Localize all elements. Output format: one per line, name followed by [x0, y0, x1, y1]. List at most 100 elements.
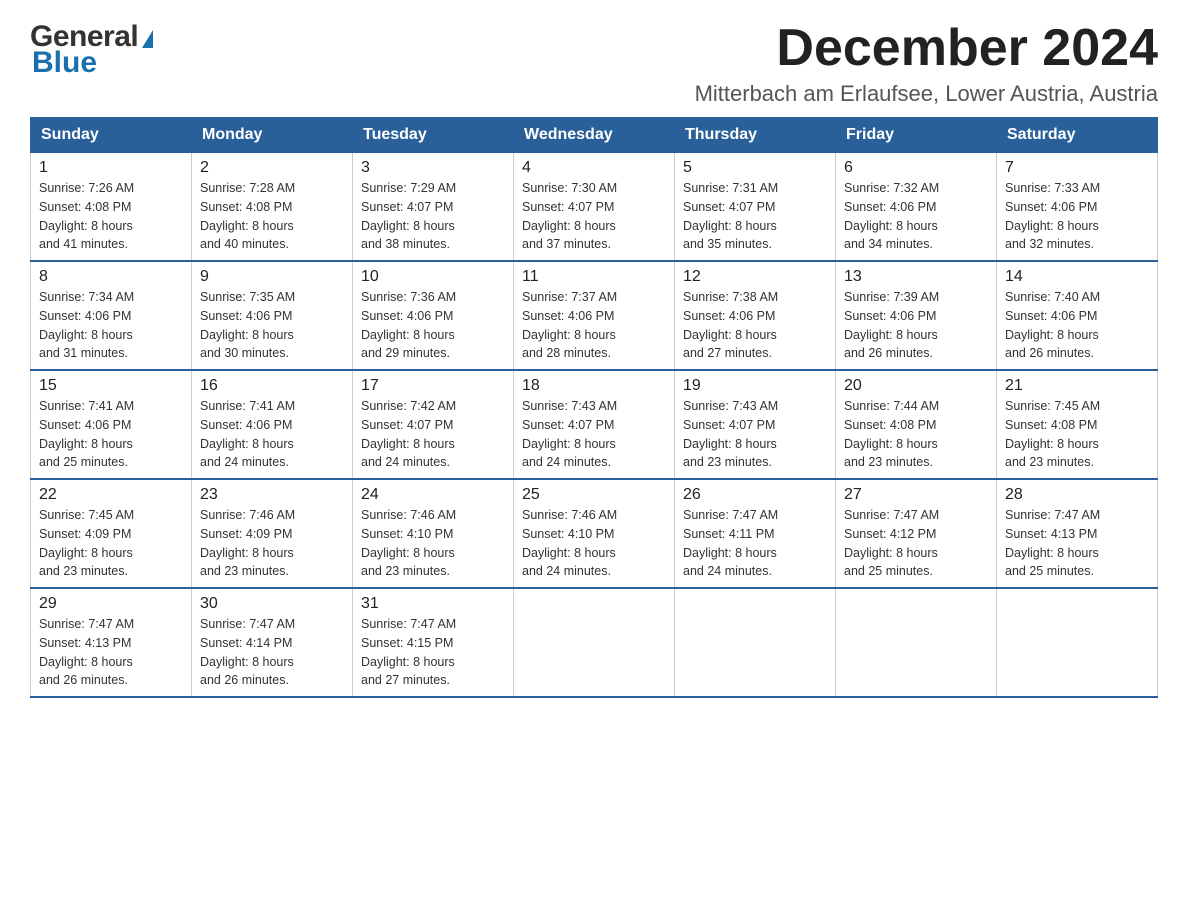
calendar-cell: 18 Sunrise: 7:43 AMSunset: 4:07 PMDaylig… — [514, 370, 675, 479]
day-number: 13 — [844, 268, 988, 286]
calendar-cell: 31 Sunrise: 7:47 AMSunset: 4:15 PMDaylig… — [353, 588, 514, 697]
day-number: 15 — [39, 377, 183, 395]
day-info: Sunrise: 7:46 AMSunset: 4:10 PMDaylight:… — [361, 508, 456, 578]
day-info: Sunrise: 7:39 AMSunset: 4:06 PMDaylight:… — [844, 290, 939, 360]
day-number: 27 — [844, 486, 988, 504]
day-number: 26 — [683, 486, 827, 504]
day-info: Sunrise: 7:47 AMSunset: 4:12 PMDaylight:… — [844, 508, 939, 578]
day-info: Sunrise: 7:40 AMSunset: 4:06 PMDaylight:… — [1005, 290, 1100, 360]
day-number: 10 — [361, 268, 505, 286]
calendar-cell: 6 Sunrise: 7:32 AMSunset: 4:06 PMDayligh… — [836, 153, 997, 262]
calendar-cell: 29 Sunrise: 7:47 AMSunset: 4:13 PMDaylig… — [31, 588, 192, 697]
day-number: 9 — [200, 268, 344, 286]
day-number: 2 — [200, 159, 344, 177]
day-number: 20 — [844, 377, 988, 395]
calendar-cell: 19 Sunrise: 7:43 AMSunset: 4:07 PMDaylig… — [675, 370, 836, 479]
logo-triangle-icon — [142, 30, 153, 48]
day-number: 30 — [200, 595, 344, 613]
day-info: Sunrise: 7:46 AMSunset: 4:10 PMDaylight:… — [522, 508, 617, 578]
calendar-week-row: 22 Sunrise: 7:45 AMSunset: 4:09 PMDaylig… — [31, 479, 1158, 588]
calendar-cell: 13 Sunrise: 7:39 AMSunset: 4:06 PMDaylig… — [836, 261, 997, 370]
day-info: Sunrise: 7:46 AMSunset: 4:09 PMDaylight:… — [200, 508, 295, 578]
calendar-cell: 4 Sunrise: 7:30 AMSunset: 4:07 PMDayligh… — [514, 153, 675, 262]
calendar-cell: 8 Sunrise: 7:34 AMSunset: 4:06 PMDayligh… — [31, 261, 192, 370]
day-number: 17 — [361, 377, 505, 395]
day-info: Sunrise: 7:43 AMSunset: 4:07 PMDaylight:… — [522, 399, 617, 469]
calendar-header: SundayMondayTuesdayWednesdayThursdayFrid… — [31, 118, 1158, 153]
calendar-cell: 14 Sunrise: 7:40 AMSunset: 4:06 PMDaylig… — [997, 261, 1158, 370]
day-info: Sunrise: 7:45 AMSunset: 4:09 PMDaylight:… — [39, 508, 134, 578]
day-info: Sunrise: 7:35 AMSunset: 4:06 PMDaylight:… — [200, 290, 295, 360]
calendar-cell: 21 Sunrise: 7:45 AMSunset: 4:08 PMDaylig… — [997, 370, 1158, 479]
calendar-cell — [675, 588, 836, 697]
day-info: Sunrise: 7:43 AMSunset: 4:07 PMDaylight:… — [683, 399, 778, 469]
day-number: 16 — [200, 377, 344, 395]
calendar-cell: 16 Sunrise: 7:41 AMSunset: 4:06 PMDaylig… — [192, 370, 353, 479]
calendar-week-row: 1 Sunrise: 7:26 AMSunset: 4:08 PMDayligh… — [31, 153, 1158, 262]
day-number: 18 — [522, 377, 666, 395]
day-number: 21 — [1005, 377, 1149, 395]
calendar-cell: 28 Sunrise: 7:47 AMSunset: 4:13 PMDaylig… — [997, 479, 1158, 588]
day-info: Sunrise: 7:30 AMSunset: 4:07 PMDaylight:… — [522, 181, 617, 251]
day-number: 12 — [683, 268, 827, 286]
calendar-cell — [997, 588, 1158, 697]
day-number: 6 — [844, 159, 988, 177]
day-info: Sunrise: 7:45 AMSunset: 4:08 PMDaylight:… — [1005, 399, 1100, 469]
day-number: 28 — [1005, 486, 1149, 504]
calendar-cell: 24 Sunrise: 7:46 AMSunset: 4:10 PMDaylig… — [353, 479, 514, 588]
calendar-body: 1 Sunrise: 7:26 AMSunset: 4:08 PMDayligh… — [31, 153, 1158, 698]
day-number: 4 — [522, 159, 666, 177]
weekday-header-wednesday: Wednesday — [514, 118, 675, 153]
day-info: Sunrise: 7:44 AMSunset: 4:08 PMDaylight:… — [844, 399, 939, 469]
day-info: Sunrise: 7:36 AMSunset: 4:06 PMDaylight:… — [361, 290, 456, 360]
calendar-cell: 26 Sunrise: 7:47 AMSunset: 4:11 PMDaylig… — [675, 479, 836, 588]
day-number: 19 — [683, 377, 827, 395]
day-info: Sunrise: 7:28 AMSunset: 4:08 PMDaylight:… — [200, 181, 295, 251]
weekday-header-saturday: Saturday — [997, 118, 1158, 153]
day-info: Sunrise: 7:47 AMSunset: 4:13 PMDaylight:… — [1005, 508, 1100, 578]
calendar-cell: 11 Sunrise: 7:37 AMSunset: 4:06 PMDaylig… — [514, 261, 675, 370]
calendar-table: SundayMondayTuesdayWednesdayThursdayFrid… — [30, 117, 1158, 698]
calendar-cell — [514, 588, 675, 697]
day-info: Sunrise: 7:38 AMSunset: 4:06 PMDaylight:… — [683, 290, 778, 360]
day-number: 1 — [39, 159, 183, 177]
calendar-cell: 15 Sunrise: 7:41 AMSunset: 4:06 PMDaylig… — [31, 370, 192, 479]
calendar-cell: 30 Sunrise: 7:47 AMSunset: 4:14 PMDaylig… — [192, 588, 353, 697]
day-info: Sunrise: 7:41 AMSunset: 4:06 PMDaylight:… — [39, 399, 134, 469]
day-number: 31 — [361, 595, 505, 613]
calendar-cell: 9 Sunrise: 7:35 AMSunset: 4:06 PMDayligh… — [192, 261, 353, 370]
day-info: Sunrise: 7:33 AMSunset: 4:06 PMDaylight:… — [1005, 181, 1100, 251]
day-number: 11 — [522, 268, 666, 286]
page-header: General Blue December 2024 Mitterbach am… — [30, 20, 1158, 107]
day-number: 14 — [1005, 268, 1149, 286]
calendar-cell: 1 Sunrise: 7:26 AMSunset: 4:08 PMDayligh… — [31, 153, 192, 262]
month-year-title: December 2024 — [695, 20, 1158, 77]
day-number: 29 — [39, 595, 183, 613]
calendar-cell — [836, 588, 997, 697]
day-number: 23 — [200, 486, 344, 504]
weekday-header-row: SundayMondayTuesdayWednesdayThursdayFrid… — [31, 118, 1158, 153]
day-number: 7 — [1005, 159, 1149, 177]
day-number: 22 — [39, 486, 183, 504]
calendar-cell: 23 Sunrise: 7:46 AMSunset: 4:09 PMDaylig… — [192, 479, 353, 588]
calendar-cell: 2 Sunrise: 7:28 AMSunset: 4:08 PMDayligh… — [192, 153, 353, 262]
day-number: 8 — [39, 268, 183, 286]
weekday-header-sunday: Sunday — [31, 118, 192, 153]
calendar-week-row: 15 Sunrise: 7:41 AMSunset: 4:06 PMDaylig… — [31, 370, 1158, 479]
day-info: Sunrise: 7:47 AMSunset: 4:11 PMDaylight:… — [683, 508, 778, 578]
weekday-header-monday: Monday — [192, 118, 353, 153]
day-info: Sunrise: 7:26 AMSunset: 4:08 PMDaylight:… — [39, 181, 134, 251]
calendar-cell: 27 Sunrise: 7:47 AMSunset: 4:12 PMDaylig… — [836, 479, 997, 588]
calendar-cell: 5 Sunrise: 7:31 AMSunset: 4:07 PMDayligh… — [675, 153, 836, 262]
day-info: Sunrise: 7:42 AMSunset: 4:07 PMDaylight:… — [361, 399, 456, 469]
day-info: Sunrise: 7:47 AMSunset: 4:15 PMDaylight:… — [361, 617, 456, 687]
day-number: 3 — [361, 159, 505, 177]
calendar-cell: 10 Sunrise: 7:36 AMSunset: 4:06 PMDaylig… — [353, 261, 514, 370]
calendar-cell: 20 Sunrise: 7:44 AMSunset: 4:08 PMDaylig… — [836, 370, 997, 479]
calendar-cell: 12 Sunrise: 7:38 AMSunset: 4:06 PMDaylig… — [675, 261, 836, 370]
day-number: 25 — [522, 486, 666, 504]
weekday-header-thursday: Thursday — [675, 118, 836, 153]
location-subtitle: Mitterbach am Erlaufsee, Lower Austria, … — [695, 81, 1158, 107]
day-info: Sunrise: 7:32 AMSunset: 4:06 PMDaylight:… — [844, 181, 939, 251]
day-info: Sunrise: 7:41 AMSunset: 4:06 PMDaylight:… — [200, 399, 295, 469]
